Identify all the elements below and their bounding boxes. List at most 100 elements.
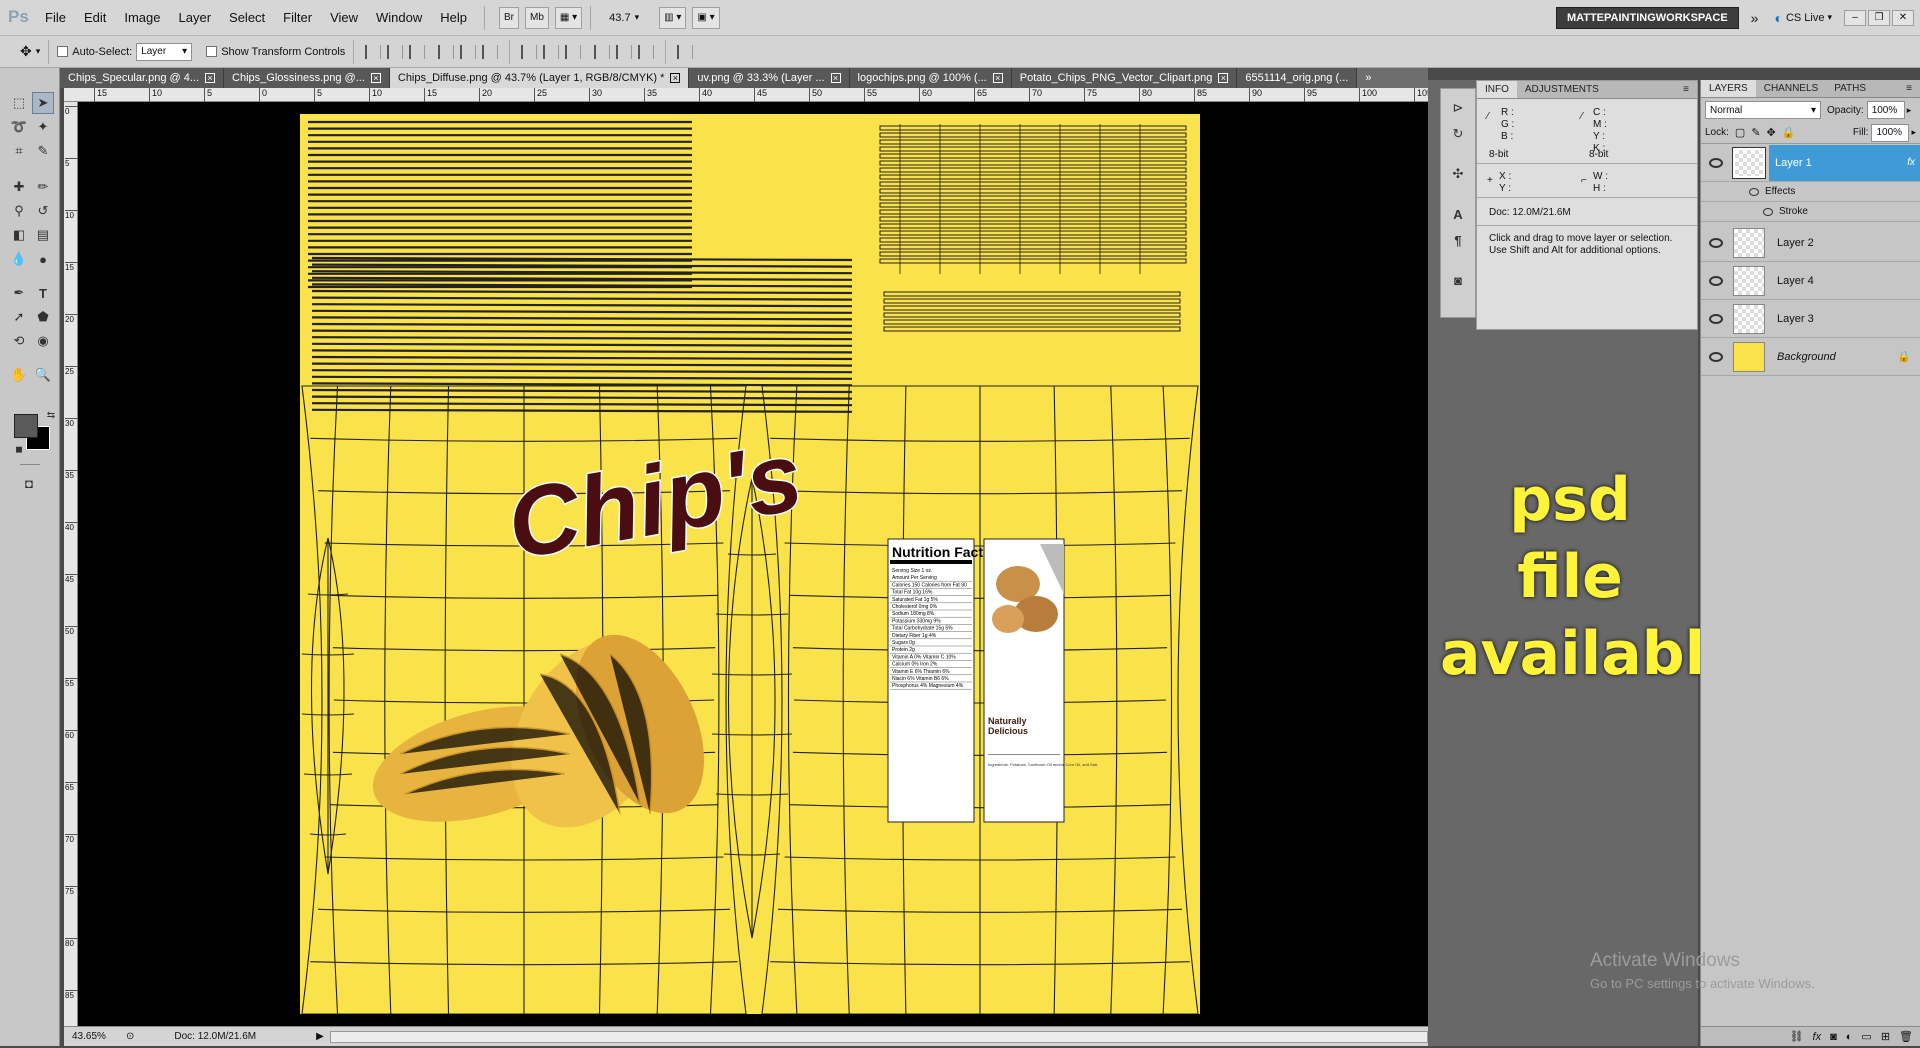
screen-mode-button[interactable]: ▣ ▾ — [692, 6, 720, 29]
align-vertical-center-icon[interactable] — [387, 44, 404, 59]
visibility-eye-icon[interactable] — [1709, 157, 1723, 168]
close-icon[interactable]: × — [370, 73, 381, 83]
dodge-tool-icon[interactable]: ● — [32, 248, 54, 270]
lock-position-icon[interactable]: ✥ — [1767, 126, 1776, 139]
menu-window[interactable]: Window — [367, 10, 431, 25]
pen-tool-icon[interactable]: ✒ — [8, 282, 30, 304]
adjustment-layer-icon[interactable]: ◐ — [1846, 1031, 1853, 1043]
zoom-tool-icon[interactable]: 🔍 — [32, 364, 54, 386]
history-brush-tool-icon[interactable]: ↺ — [32, 200, 54, 222]
visibility-eye-icon[interactable] — [1709, 351, 1723, 362]
play-arrow-icon[interactable]: ▶ — [316, 1031, 324, 1042]
menu-select[interactable]: Select — [220, 10, 274, 25]
menu-help[interactable]: Help — [431, 10, 476, 25]
document-artboard[interactable]: Chip's Nutrition Facts Serving Size 1 oz… — [300, 114, 1200, 1014]
distribute-left-icon[interactable] — [594, 44, 611, 59]
gradient-tool-icon[interactable]: ▤ — [32, 224, 54, 246]
eraser-tool-icon[interactable]: ◧ — [8, 224, 30, 246]
foreground-color-swatch-top[interactable] — [14, 414, 38, 438]
fill-input[interactable]: 100% — [1871, 123, 1910, 142]
restore-icon[interactable]: ❐ — [1868, 9, 1890, 26]
cs-live-button[interactable]: CS Live — [1786, 12, 1825, 24]
lock-all-icon[interactable]: 🔒 — [1782, 126, 1796, 139]
lock-image-icon[interactable]: ✎ — [1751, 126, 1760, 139]
align-bottom-icon[interactable] — [409, 44, 426, 59]
navigator-icon[interactable]: ⊳ — [1447, 97, 1469, 119]
more-tabs-icon[interactable]: » — [1357, 68, 1380, 88]
type-tool-icon[interactable]: T — [32, 282, 54, 304]
more-workspaces-icon[interactable]: » — [1751, 10, 1759, 26]
menu-file[interactable]: File — [36, 10, 75, 25]
link-layers-icon[interactable]: ⛓ — [1790, 1030, 1804, 1043]
lasso-tool-icon[interactable]: ➰ — [8, 116, 30, 138]
transform-controls-checkbox[interactable] — [206, 46, 218, 57]
move-tool-icon[interactable]: ➤ — [32, 92, 54, 114]
magic-wand-tool-icon[interactable]: ✦ — [32, 116, 54, 138]
marquee-tool-icon[interactable]: ⬚ — [8, 92, 30, 114]
close-icon[interactable]: × — [670, 73, 681, 83]
healing-brush-tool-icon[interactable]: ✚ — [8, 176, 30, 198]
clone-stamp-tool-icon[interactable]: ⚲ — [8, 200, 30, 222]
menu-layer[interactable]: Layer — [170, 10, 221, 25]
blur-tool-icon[interactable]: 💧 — [8, 248, 30, 270]
status-zoom[interactable]: 43.65% — [72, 1031, 122, 1042]
layer-row-background[interactable]: Background 🔒 — [1701, 338, 1920, 376]
cs-live-icon[interactable]: ◐ — [1774, 10, 1782, 26]
horizontal-ruler[interactable]: 15 10 5 0 5 10 15 20 25 30 35 40 45 50 55 60 65 70 75 80 85 9… — [64, 88, 1432, 102]
swap-colors-icon[interactable]: ⇆ — [40, 404, 62, 426]
camera-icon[interactable]: ◙ — [1447, 269, 1469, 291]
effects-row[interactable]: Effects — [1701, 182, 1920, 202]
hand-tool-icon[interactable]: ✋ — [8, 364, 30, 386]
add-mask-icon[interactable]: ◙ — [1830, 1031, 1837, 1043]
fill-arrow-icon[interactable]: ▸ — [1911, 127, 1916, 138]
opacity-arrow-icon[interactable]: ▸ — [1907, 105, 1912, 116]
menu-edit[interactable]: Edit — [75, 10, 115, 25]
tab-paths[interactable]: PATHS — [1826, 80, 1874, 97]
close-icon[interactable]: × — [205, 73, 216, 83]
close-icon[interactable]: × — [992, 73, 1003, 83]
distribute-right-icon[interactable] — [638, 44, 655, 59]
delete-layer-icon[interactable]: 🗑 — [1899, 1030, 1913, 1043]
auto-align-icon[interactable] — [677, 44, 694, 59]
tab-channels[interactable]: CHANNELS — [1756, 80, 1826, 97]
visibility-eye-icon[interactable] — [1749, 187, 1759, 196]
layer-selected-highlight[interactable]: Layer 1 fx — [1769, 144, 1920, 181]
tab-adjustments[interactable]: ADJUSTMENTS — [1517, 81, 1607, 98]
distribute-bottom-icon[interactable] — [565, 44, 582, 59]
layer-row-layer-1[interactable]: Layer 1 fx — [1701, 144, 1920, 182]
arrange-documents-button[interactable]: ▥ ▾ — [659, 6, 687, 29]
layer-row-layer-4[interactable]: Layer 4 — [1701, 262, 1920, 300]
menu-filter[interactable]: Filter — [274, 10, 321, 25]
tab-info[interactable]: INFO — [1477, 81, 1517, 98]
tab-chips-glossiness[interactable]: Chips_Glossiness.png @... × — [224, 68, 390, 88]
distribute-center-icon[interactable] — [543, 44, 560, 59]
vertical-ruler[interactable]: 0 5 10 15 20 25 30 35 40 45 50 55 60 65 70 75 80 85 — [64, 102, 78, 1026]
chevron-down-icon[interactable]: ▾ — [36, 46, 41, 57]
align-right-icon[interactable] — [482, 44, 499, 59]
distribute-hcenter-icon[interactable] — [616, 44, 633, 59]
chevron-down-icon[interactable]: ▾ — [635, 12, 640, 23]
crop-tool-icon[interactable]: ⌗ — [8, 140, 30, 162]
shape-tool-icon[interactable]: ⬟ — [32, 306, 54, 328]
view-extras-button[interactable]: ▦ ▾ — [554, 6, 583, 29]
close-icon[interactable]: ✕ — [1892, 9, 1914, 26]
move-tool-icon[interactable]: ✥ — [20, 43, 32, 60]
blend-mode-dropdown[interactable]: Normal ▾ — [1705, 101, 1821, 119]
bridge-button[interactable]: Br — [499, 6, 520, 29]
status-info-icon[interactable]: ⊙ — [126, 1031, 134, 1042]
auto-select-checkbox[interactable] — [57, 46, 69, 57]
menu-view[interactable]: View — [321, 10, 367, 25]
panel-menu-icon[interactable]: ≡ — [1675, 81, 1697, 98]
tab-potato-chips-clipart[interactable]: Potato_Chips_PNG_Vector_Clipart.png × — [1011, 68, 1238, 88]
visibility-eye-icon[interactable] — [1709, 237, 1723, 248]
align-horizontal-center-icon[interactable] — [460, 44, 477, 59]
align-left-icon[interactable] — [438, 44, 455, 59]
3d-rotate-tool-icon[interactable]: ⟲ — [8, 330, 30, 352]
distribute-top-icon[interactable] — [521, 44, 538, 59]
tab-6551114[interactable]: 6551114_orig.png (... — [1237, 68, 1358, 88]
panel-menu-icon[interactable]: ≡ — [1898, 80, 1920, 97]
new-group-icon[interactable]: ▭ — [1861, 1030, 1871, 1043]
fx-icon[interactable]: fx — [1907, 157, 1915, 168]
menu-image[interactable]: Image — [115, 10, 169, 25]
visibility-eye-icon[interactable] — [1763, 207, 1773, 216]
